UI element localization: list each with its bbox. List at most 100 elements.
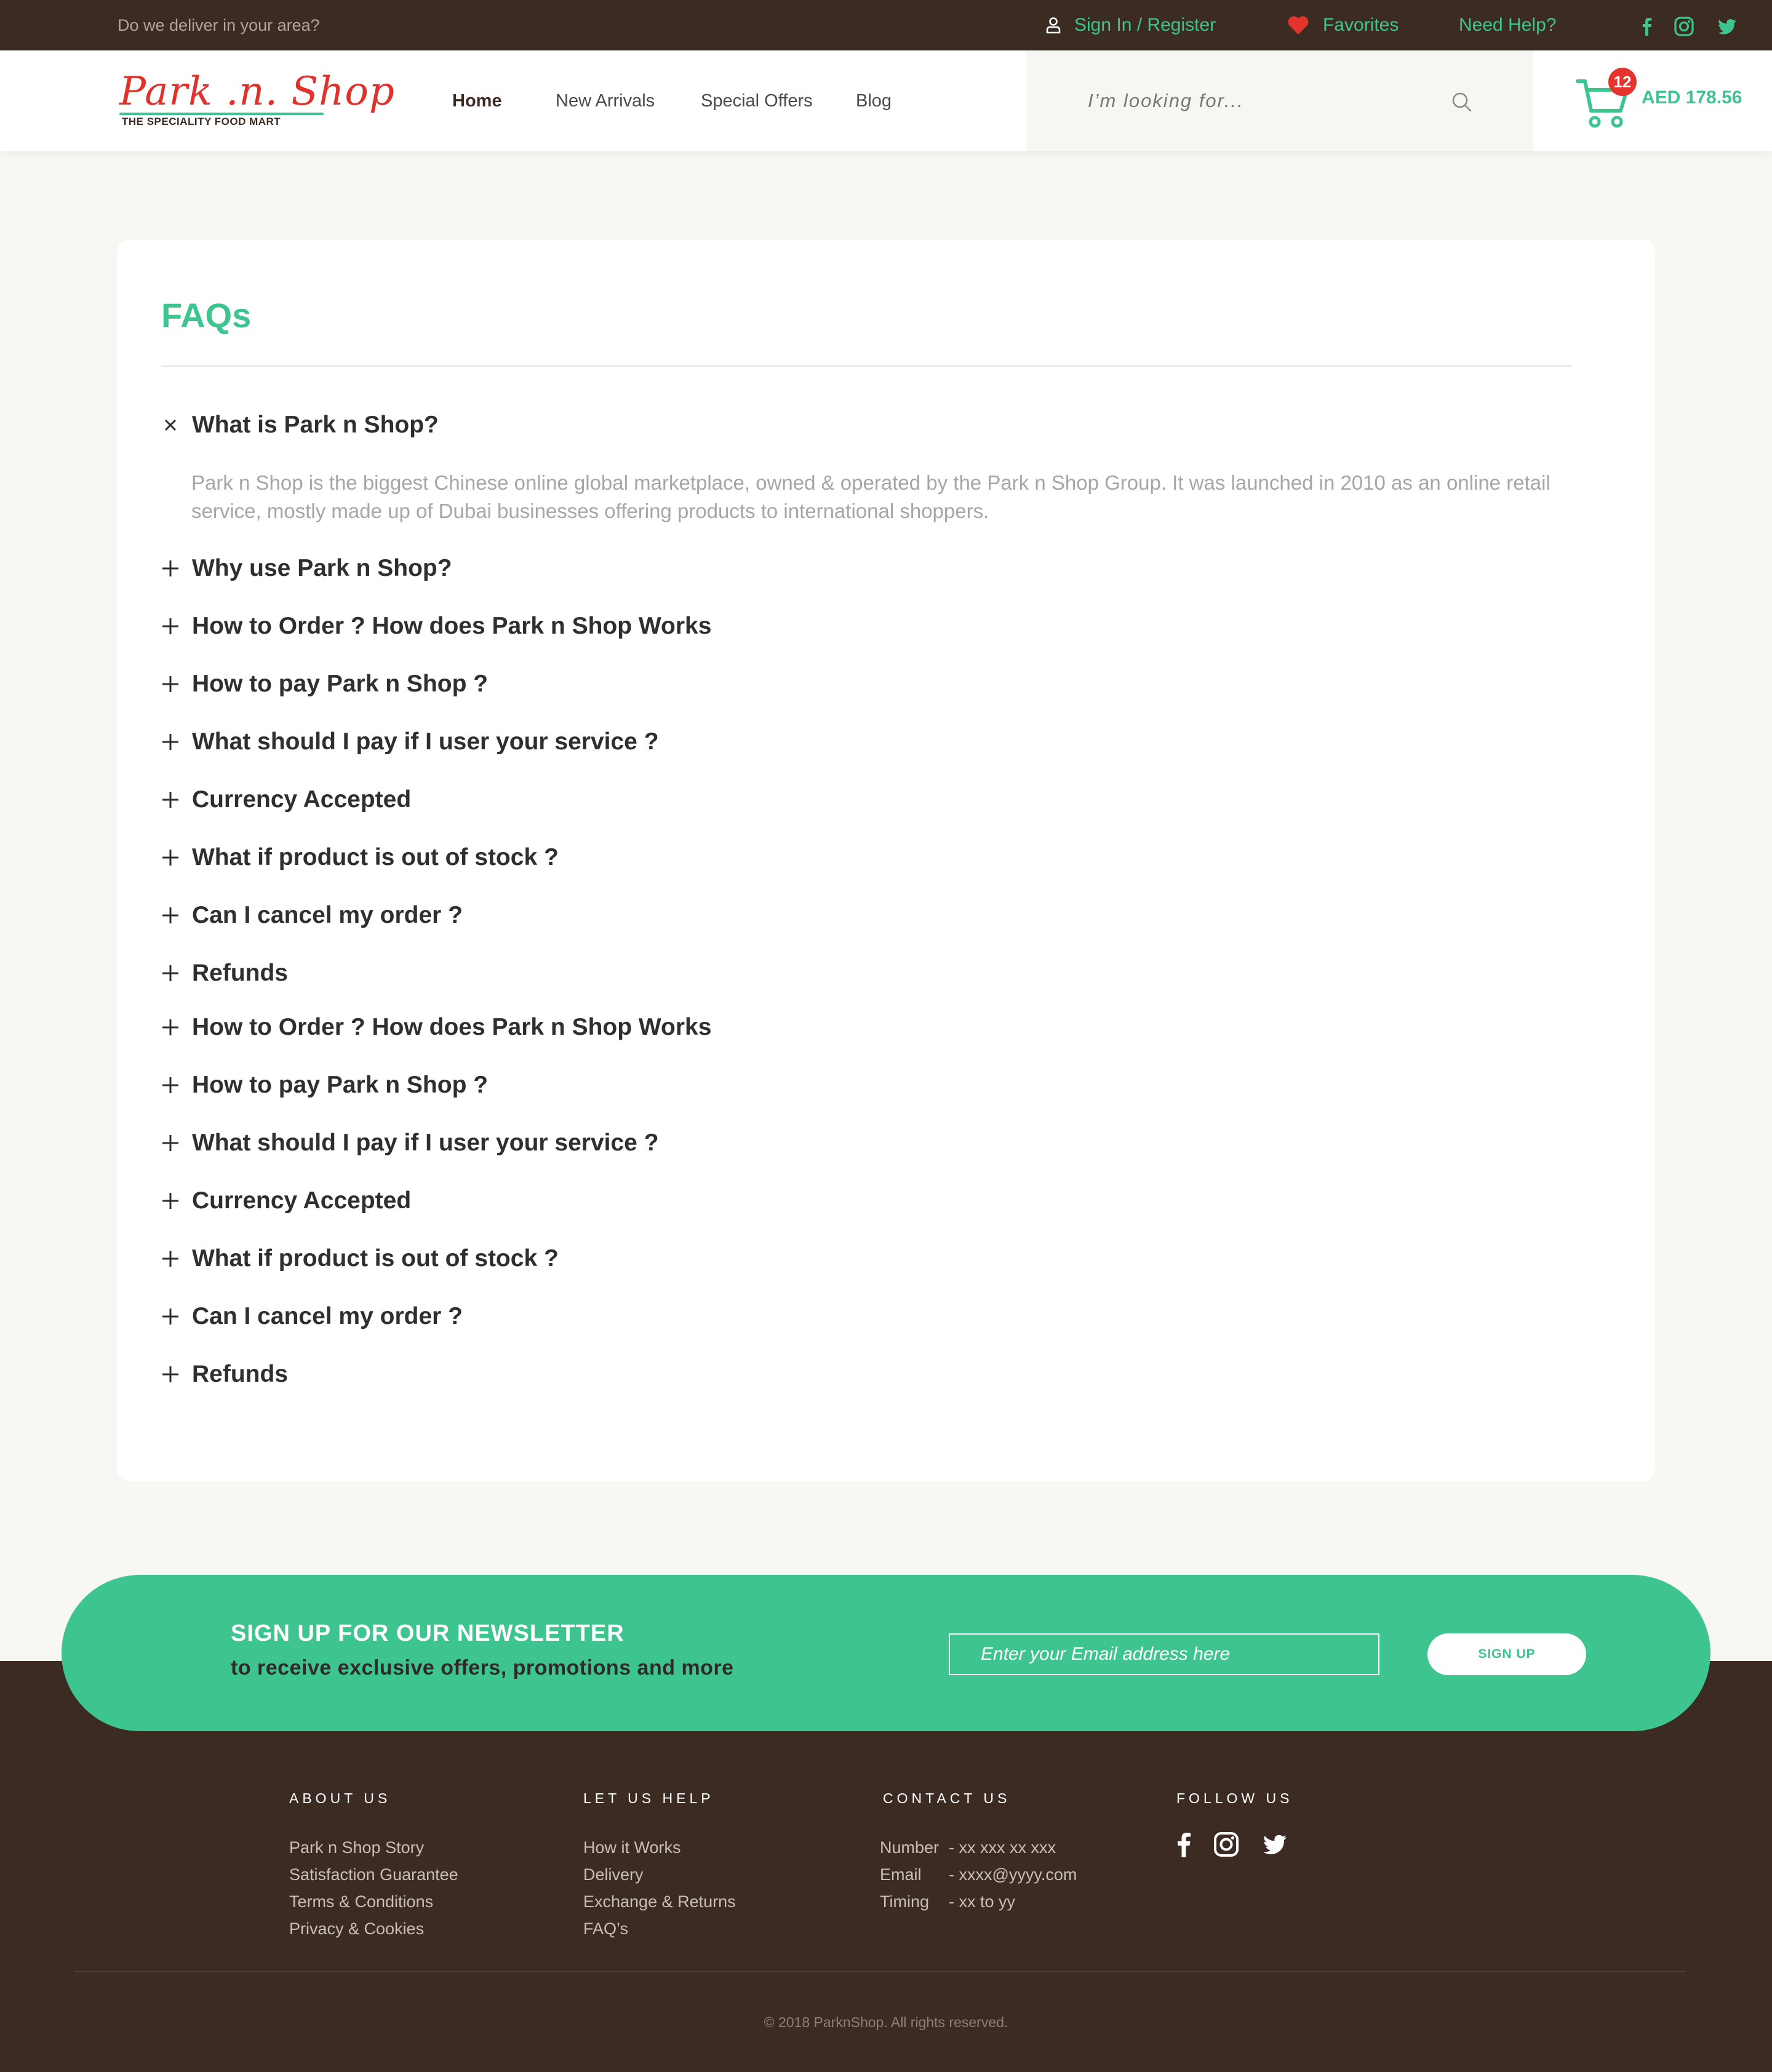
footer-link[interactable]: Privacy & Cookies (289, 1915, 458, 1942)
newsletter-title: SIGN UP FOR OUR NEWSLETTER (231, 1620, 625, 1646)
faq-question: What should I pay if I user your service… (192, 728, 659, 755)
plus-icon[interactable] (161, 1018, 180, 1037)
contact-key: Timing (880, 1892, 930, 1911)
faq-item[interactable]: Currency Accepted (161, 1187, 411, 1214)
plus-icon[interactable] (161, 1192, 180, 1210)
main-header: Park .n. Shop THE SPECIALITY FOOD MART H… (0, 50, 1772, 151)
plus-icon[interactable] (161, 1076, 180, 1094)
faq-item[interactable]: How to Order ? How does Park n Shop Work… (161, 613, 711, 640)
nav-special-offers[interactable]: Special Offers (701, 91, 813, 111)
instagram-icon[interactable] (1674, 16, 1694, 37)
footer-heading: FOLLOW US (1176, 1790, 1293, 1806)
footer-contact-column: CONTACT US Number - xx xxx xx xxx Email - … (880, 1790, 1077, 1915)
park-n-shop-logo[interactable]: Park .n. Shop THE SPECIALITY FOOD MART (119, 69, 394, 130)
faq-item[interactable]: What if product is out of stock ? (161, 844, 559, 871)
contact-value[interactable]: - xxxx@yyyy.com (949, 1865, 1077, 1884)
faq-question: Can I cancel my order ? (192, 1303, 463, 1329)
faq-item[interactable]: What if product is out of stock ? (161, 1245, 559, 1272)
faq-question: Refunds (192, 960, 288, 986)
logo-underline (119, 113, 324, 115)
search-icon[interactable] (1451, 91, 1473, 113)
footer-heading: LET US HELP (583, 1790, 714, 1806)
faq-item[interactable]: How to pay Park n Shop ? (161, 1072, 488, 1099)
faq-question: Refunds (192, 1361, 288, 1387)
plus-icon[interactable] (161, 848, 180, 867)
contact-row: Timing - xx to yy (880, 1888, 1077, 1915)
need-help-link[interactable]: Need Help? (1459, 15, 1556, 36)
faq-question: Currency Accepted (192, 1187, 412, 1214)
footer-follow-column: FOLLOW US (1176, 1790, 1311, 1857)
facebook-icon[interactable] (1176, 1831, 1191, 1857)
faq-item[interactable]: How to pay Park n Shop ? (161, 671, 488, 698)
footer-link[interactable]: Park n Shop Story (289, 1834, 458, 1861)
faq-item[interactable]: Currency Accepted (161, 786, 411, 813)
footer-about-column: ABOUT US Park n Shop Story Satisfaction … (289, 1790, 458, 1942)
footer-link[interactable]: Satisfaction Guarantee (289, 1861, 458, 1888)
faq-item[interactable]: Can I cancel my order ? (161, 1303, 463, 1330)
close-icon[interactable] (161, 416, 180, 434)
search-input[interactable] (1088, 81, 1457, 121)
top-bar: Do we deliver in your area? Sign In / Re… (0, 0, 1772, 50)
copyright-text: © 2018 ParknShop. All rights reserved. (764, 2014, 1008, 2030)
plus-icon[interactable] (161, 617, 180, 636)
plus-icon[interactable] (161, 906, 180, 925)
divider (161, 365, 1571, 367)
logo-tagline: THE SPECIALITY FOOD MART (122, 116, 281, 127)
nav-home[interactable]: Home (452, 91, 502, 111)
footer-link[interactable]: Terms & Conditions (289, 1888, 458, 1915)
newsletter-signup-button[interactable]: SIGN UP (1427, 1633, 1586, 1675)
footer-link[interactable]: How it Works (583, 1834, 736, 1861)
contact-key: Number (880, 1838, 940, 1857)
faq-item[interactable]: What should I pay if I user your service… (161, 728, 659, 755)
delivery-area-link[interactable]: Do we deliver in your area? (118, 16, 320, 35)
faq-item[interactable]: How to Order ? How does Park n Shop Work… (161, 1014, 711, 1041)
plus-icon[interactable] (161, 791, 180, 809)
instagram-icon[interactable] (1213, 1831, 1239, 1857)
favorites-link[interactable]: Favorites (1287, 15, 1399, 36)
faq-answer: Park n Shop is the biggest Chinese onlin… (191, 471, 1550, 522)
cart-total[interactable]: AED 178.56 (1642, 87, 1742, 108)
faq-item[interactable]: Why use Park n Shop? (161, 555, 452, 582)
faq-question: Why use Park n Shop? (192, 555, 452, 581)
plus-icon[interactable] (161, 1365, 180, 1384)
footer-heading: CONTACT US (883, 1790, 1011, 1806)
plus-icon[interactable] (161, 964, 180, 982)
faq-item[interactable]: What should I pay if I user your service… (161, 1130, 659, 1157)
logo-wordmark: Park .n. Shop (119, 69, 395, 114)
plus-icon[interactable] (161, 733, 180, 751)
plus-icon[interactable] (161, 559, 180, 578)
contact-value: - xx xxx xx xxx (949, 1838, 1056, 1857)
twitter-icon[interactable] (1261, 1833, 1288, 1856)
faq-card: FAQs What is Park n Shop? Park n Shop is… (117, 240, 1655, 1481)
faq-item[interactable]: Refunds (161, 960, 288, 987)
twitter-icon[interactable] (1717, 16, 1738, 37)
footer-link[interactable]: Exchange & Returns (583, 1888, 736, 1915)
facebook-icon[interactable] (1637, 16, 1658, 37)
newsletter-email-input[interactable] (949, 1633, 1379, 1675)
faq-item[interactable]: Refunds (161, 1361, 288, 1388)
contact-key: Email (880, 1865, 922, 1884)
page-title: FAQs (161, 296, 252, 335)
plus-icon[interactable] (161, 1307, 180, 1326)
footer-link[interactable]: FAQ’s (583, 1915, 736, 1942)
footer-link[interactable]: Delivery (583, 1861, 736, 1888)
faq-item[interactable]: What is Park n Shop? (161, 412, 439, 439)
plus-icon[interactable] (161, 1249, 180, 1268)
favorites-label: Favorites (1323, 15, 1399, 35)
faq-question: How to pay Park n Shop ? (192, 671, 489, 697)
contact-row: Number - xx xxx xx xxx (880, 1834, 1077, 1861)
plus-icon[interactable] (161, 675, 180, 693)
faq-question: What if product is out of stock ? (192, 844, 559, 871)
nav-new-arrivals[interactable]: New Arrivals (556, 91, 655, 111)
faq-question: What should I pay if I user your service… (192, 1130, 659, 1156)
faq-item[interactable]: Can I cancel my order ? (161, 902, 463, 929)
faq-question: How to Order ? How does Park n Shop Work… (192, 613, 712, 639)
nav-blog[interactable]: Blog (856, 91, 892, 111)
heart-icon (1287, 15, 1323, 35)
plus-icon[interactable] (161, 1134, 180, 1152)
footer-heading: ABOUT US (289, 1790, 391, 1806)
sign-in-register-link[interactable]: Sign In / Register (1046, 15, 1216, 36)
newsletter-subtitle: to receive exclusive offers, promotions … (231, 1656, 734, 1680)
faq-question: Can I cancel my order ? (192, 902, 463, 928)
faq-question: What if product is out of stock ? (192, 1245, 559, 1272)
